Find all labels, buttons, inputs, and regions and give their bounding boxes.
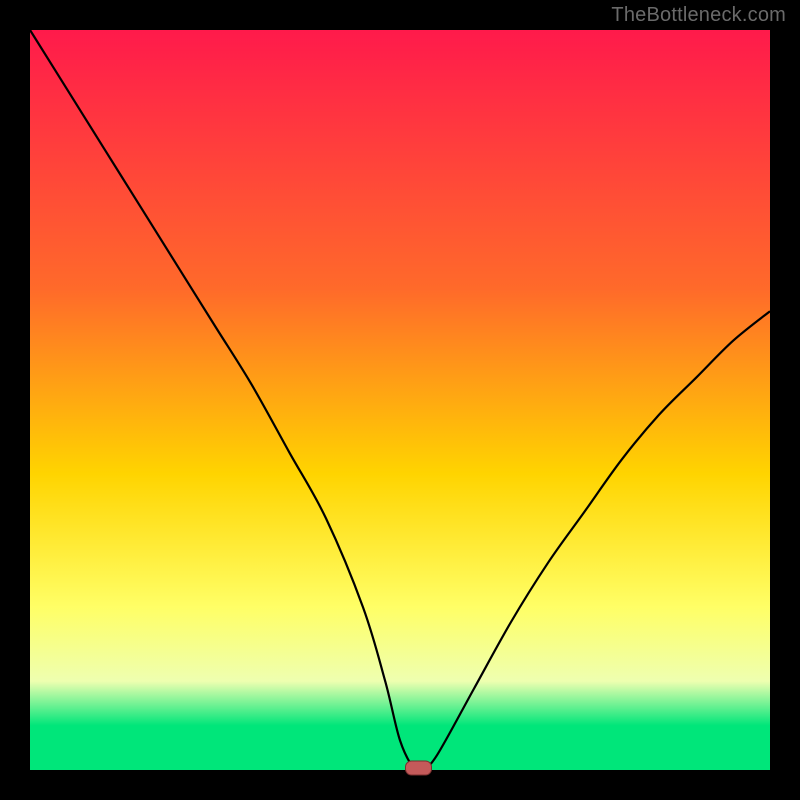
watermark-text: TheBottleneck.com: [611, 4, 786, 27]
plot-background: [30, 30, 770, 770]
chart-stage: TheBottleneck.com: [0, 0, 800, 800]
bottleneck-chart: [0, 0, 800, 800]
optimal-marker: [406, 761, 432, 775]
